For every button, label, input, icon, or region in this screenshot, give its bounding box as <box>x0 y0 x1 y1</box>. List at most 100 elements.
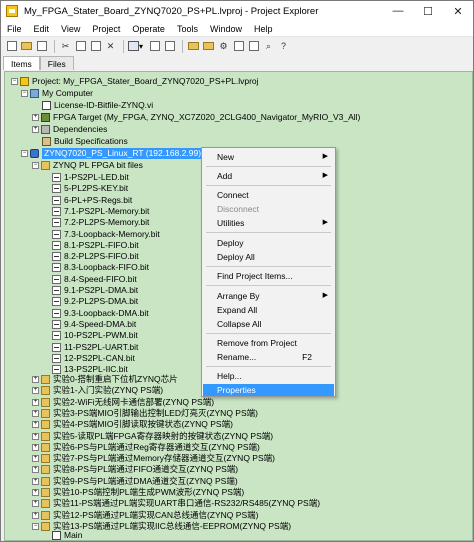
collapse-toggle-icon[interactable]: − <box>32 162 39 169</box>
tree-item-bit-file[interactable]: 8.2-PL2PS-FIFO.bit <box>52 251 139 262</box>
tree-item-experiment-folder[interactable]: + 实验5-读取PL端FPGA寄存器映射的按键状态(ZYNQ PS端) <box>32 431 273 442</box>
tree-item-bit-file[interactable]: 12-PS2PL-CAN.bit <box>52 353 135 364</box>
tree-item-fpga-target[interactable]: + FPGA Target (My_FPGA, ZYNQ_XC7Z020_2CL… <box>32 112 360 123</box>
expand-toggle-icon[interactable]: + <box>32 455 39 463</box>
menu-item-properties[interactable]: Properties <box>203 384 334 396</box>
collapse-toggle-icon[interactable]: − <box>32 522 39 530</box>
tree-item-bit-file[interactable]: 7.1-PS2PL-Memory.bit <box>52 206 149 217</box>
menu-item-utilities[interactable]: Utilities ▶ <box>203 217 334 229</box>
menu-window[interactable]: Window <box>204 21 248 37</box>
tree-item-experiment-folder[interactable]: + 实验11-PS端通过PL端实现UART串口通信-RS232/RS485(ZYN… <box>32 498 320 509</box>
save-all-button[interactable] <box>35 40 48 53</box>
expand-toggle-icon[interactable]: + <box>32 114 39 121</box>
tree-item-main[interactable]: Main <box>52 530 82 540</box>
expand-toggle-icon[interactable]: + <box>32 409 39 417</box>
maximize-button[interactable]: ☐ <box>413 1 443 21</box>
expand-toggle-icon[interactable]: + <box>32 387 39 395</box>
menu-project[interactable]: Project <box>86 21 126 37</box>
add-button[interactable] <box>187 40 200 53</box>
menu-item-connect[interactable]: Connect <box>203 189 334 201</box>
menu-help[interactable]: Help <box>248 21 279 37</box>
tree-item-bit-file[interactable]: 9.1-PS2PL-DMA.bit <box>52 285 138 296</box>
tree-item-my-computer[interactable]: − My Computer <box>21 88 93 99</box>
menu-edit[interactable]: Edit <box>28 21 56 37</box>
expand-toggle-icon[interactable]: + <box>32 443 39 451</box>
menu-item-add[interactable]: Add ▶ <box>203 170 334 182</box>
expand-toggle-icon[interactable]: + <box>32 432 39 440</box>
collapse-toggle-icon[interactable]: − <box>21 150 28 157</box>
tree-item-bit-file[interactable]: 9.4-Speed-DMA.bit <box>52 319 136 330</box>
tree-item-experiment-folder[interactable]: + 实验8-PS与PL端通过FIFO通道交互(ZYNQ PS端) <box>32 464 238 475</box>
tree-item-experiment-folder[interactable]: + 实验2-WiFi无线网卡通信部署(ZYNQ PS端) <box>32 397 214 408</box>
menu-item-expand-all[interactable]: Expand All <box>203 304 334 316</box>
minimize-button[interactable]: — <box>383 1 413 21</box>
expand-toggle-icon[interactable]: + <box>32 466 39 474</box>
tab-files[interactable]: Files <box>39 56 74 70</box>
new-file-button[interactable] <box>5 40 18 53</box>
tree-item-experiment-folder[interactable]: + 实验6-PS与PL端通过Reg寄存器通道交互(ZYNQ PS端) <box>32 442 260 453</box>
tree-item-bit-file[interactable]: 6-PL+PS-Regs.bit <box>52 195 132 206</box>
expand-toggle-icon[interactable]: + <box>32 500 39 508</box>
title-bar[interactable]: My_FPGA_Stater_Board_ZYNQ7020_PS+PL.lvpr… <box>1 1 473 21</box>
open-button[interactable] <box>20 40 33 53</box>
menu-item-new[interactable]: New ▶ <box>203 151 334 163</box>
tree-item-experiment-folder[interactable]: + 实验0-搭制重启下位机ZYNQ芯片 <box>32 374 178 385</box>
menu-item-arrange-by[interactable]: Arrange By ▶ <box>203 290 334 302</box>
tree-item-bit-file[interactable]: 11-PS2PL-UART.bit <box>52 342 138 353</box>
build-dropdown[interactable]: ▾ <box>128 40 148 53</box>
expand-toggle-icon[interactable]: + <box>32 489 39 496</box>
tree-item-experiment-folder[interactable]: + 实验10-PS端控制PL端生成PWM波形(ZYNQ PS端) <box>32 487 244 498</box>
menu-item-remove-from-project[interactable]: Remove from Project <box>203 337 334 349</box>
expand-toggle-icon[interactable]: + <box>32 398 39 406</box>
gear-button[interactable]: ⚙ <box>217 40 230 53</box>
collapse-toggle-icon[interactable]: − <box>11 78 18 85</box>
tree-item-experiment-folder[interactable]: + 实验3-PS端MIO引脚输出控制LED灯亮灭(ZYNQ PS端) <box>32 408 258 419</box>
menu-view[interactable]: View <box>55 21 86 37</box>
tree-item-dependencies[interactable]: + Dependencies <box>32 124 107 135</box>
menu-item-find-project-items[interactable]: Find Project Items... <box>203 270 334 282</box>
menu-item-rename[interactable]: Rename... F2 <box>203 351 334 363</box>
tree-item-bit-file[interactable]: 7.3-Loopback-Memory.bit <box>52 229 160 240</box>
tree-item-project[interactable]: − Project: My_FPGA_Stater_Board_ZYNQ7020… <box>11 76 259 87</box>
tree-item-license-vi[interactable]: License-ID-Bitfile-ZYNQ.vi <box>42 100 153 111</box>
tab-items[interactable]: Items <box>3 56 40 70</box>
expand-toggle-icon[interactable]: + <box>32 511 39 519</box>
tree-item-experiment-folder[interactable]: + 实验1-入门实验(ZYNQ PS端) <box>32 385 163 396</box>
collapse-toggle-icon[interactable]: − <box>21 90 28 97</box>
expand-toggle-icon[interactable]: + <box>32 376 39 383</box>
delete-button[interactable]: ✕ <box>104 40 117 53</box>
tree-item-experiment-folder[interactable]: + 实验9-PS与PL端通过DMA通道交互(ZYNQ PS端) <box>32 476 238 487</box>
tree-item-experiment-folder[interactable]: + 实验7-PS与PL端通过Memory存储器通道交互(ZYNQ PS端) <box>32 453 275 464</box>
tree-item-experiment-folder[interactable]: + 实验12-PS端通过PL端实现CAN总线通信(ZYNQ PS端) <box>32 510 258 521</box>
cut-button[interactable]: ✂ <box>59 40 72 53</box>
tree-item-bit-file[interactable]: 8.4-Speed-FIFO.bit <box>52 274 137 285</box>
tree-item-rt-target[interactable]: − ZYNQ7020_PS_Linux_RT (192.168.2.99) <box>21 148 204 159</box>
move-up-button[interactable] <box>232 40 245 53</box>
expand-toggle-icon[interactable]: + <box>32 126 39 133</box>
tree-item-build-specifications[interactable]: Build Specifications <box>42 136 128 147</box>
tree-item-bit-file[interactable]: 9.3-Loopback-DMA.bit <box>52 308 149 319</box>
menu-item-collapse-all[interactable]: Collapse All <box>203 318 334 330</box>
help-button[interactable]: ? <box>277 40 290 53</box>
view-button[interactable] <box>148 40 161 53</box>
tree-item-experiment-folder[interactable]: + 实验4-PS端MIO引脚读取按键状态(ZYNQ PS端) <box>32 419 233 430</box>
menu-tools[interactable]: Tools <box>171 21 204 37</box>
paste-button[interactable] <box>89 40 102 53</box>
menu-operate[interactable]: Operate <box>126 21 171 37</box>
copy-button[interactable] <box>74 40 87 53</box>
collapse-button[interactable] <box>247 40 260 53</box>
tree-item-bit-file[interactable]: 8.3-Loopback-FIFO.bit <box>52 262 149 273</box>
menu-item-help[interactable]: Help... <box>203 370 334 382</box>
folder-button[interactable] <box>202 40 215 53</box>
search-button[interactable]: ⌕ <box>262 40 275 53</box>
properties-toolbar-button[interactable] <box>163 40 176 53</box>
tree-item-bit-folder[interactable]: − ZYNQ PL FPGA bit files <box>32 160 143 171</box>
tree-item-bit-file[interactable]: 8.1-PS2PL-FIFO.bit <box>52 240 139 251</box>
tree-item-bit-file[interactable]: 5-PL2PS-KEY.bit <box>52 183 128 194</box>
menu-item-deploy[interactable]: Deploy <box>203 237 334 249</box>
tree-item-bit-file[interactable]: 9.2-PL2PS-DMA.bit <box>52 296 138 307</box>
expand-toggle-icon[interactable]: + <box>32 421 39 429</box>
tree-item-bit-file[interactable]: 10-PS2PL-PWM.bit <box>52 330 138 341</box>
close-button[interactable]: ✕ <box>443 1 473 21</box>
menu-file[interactable]: File <box>1 21 28 37</box>
